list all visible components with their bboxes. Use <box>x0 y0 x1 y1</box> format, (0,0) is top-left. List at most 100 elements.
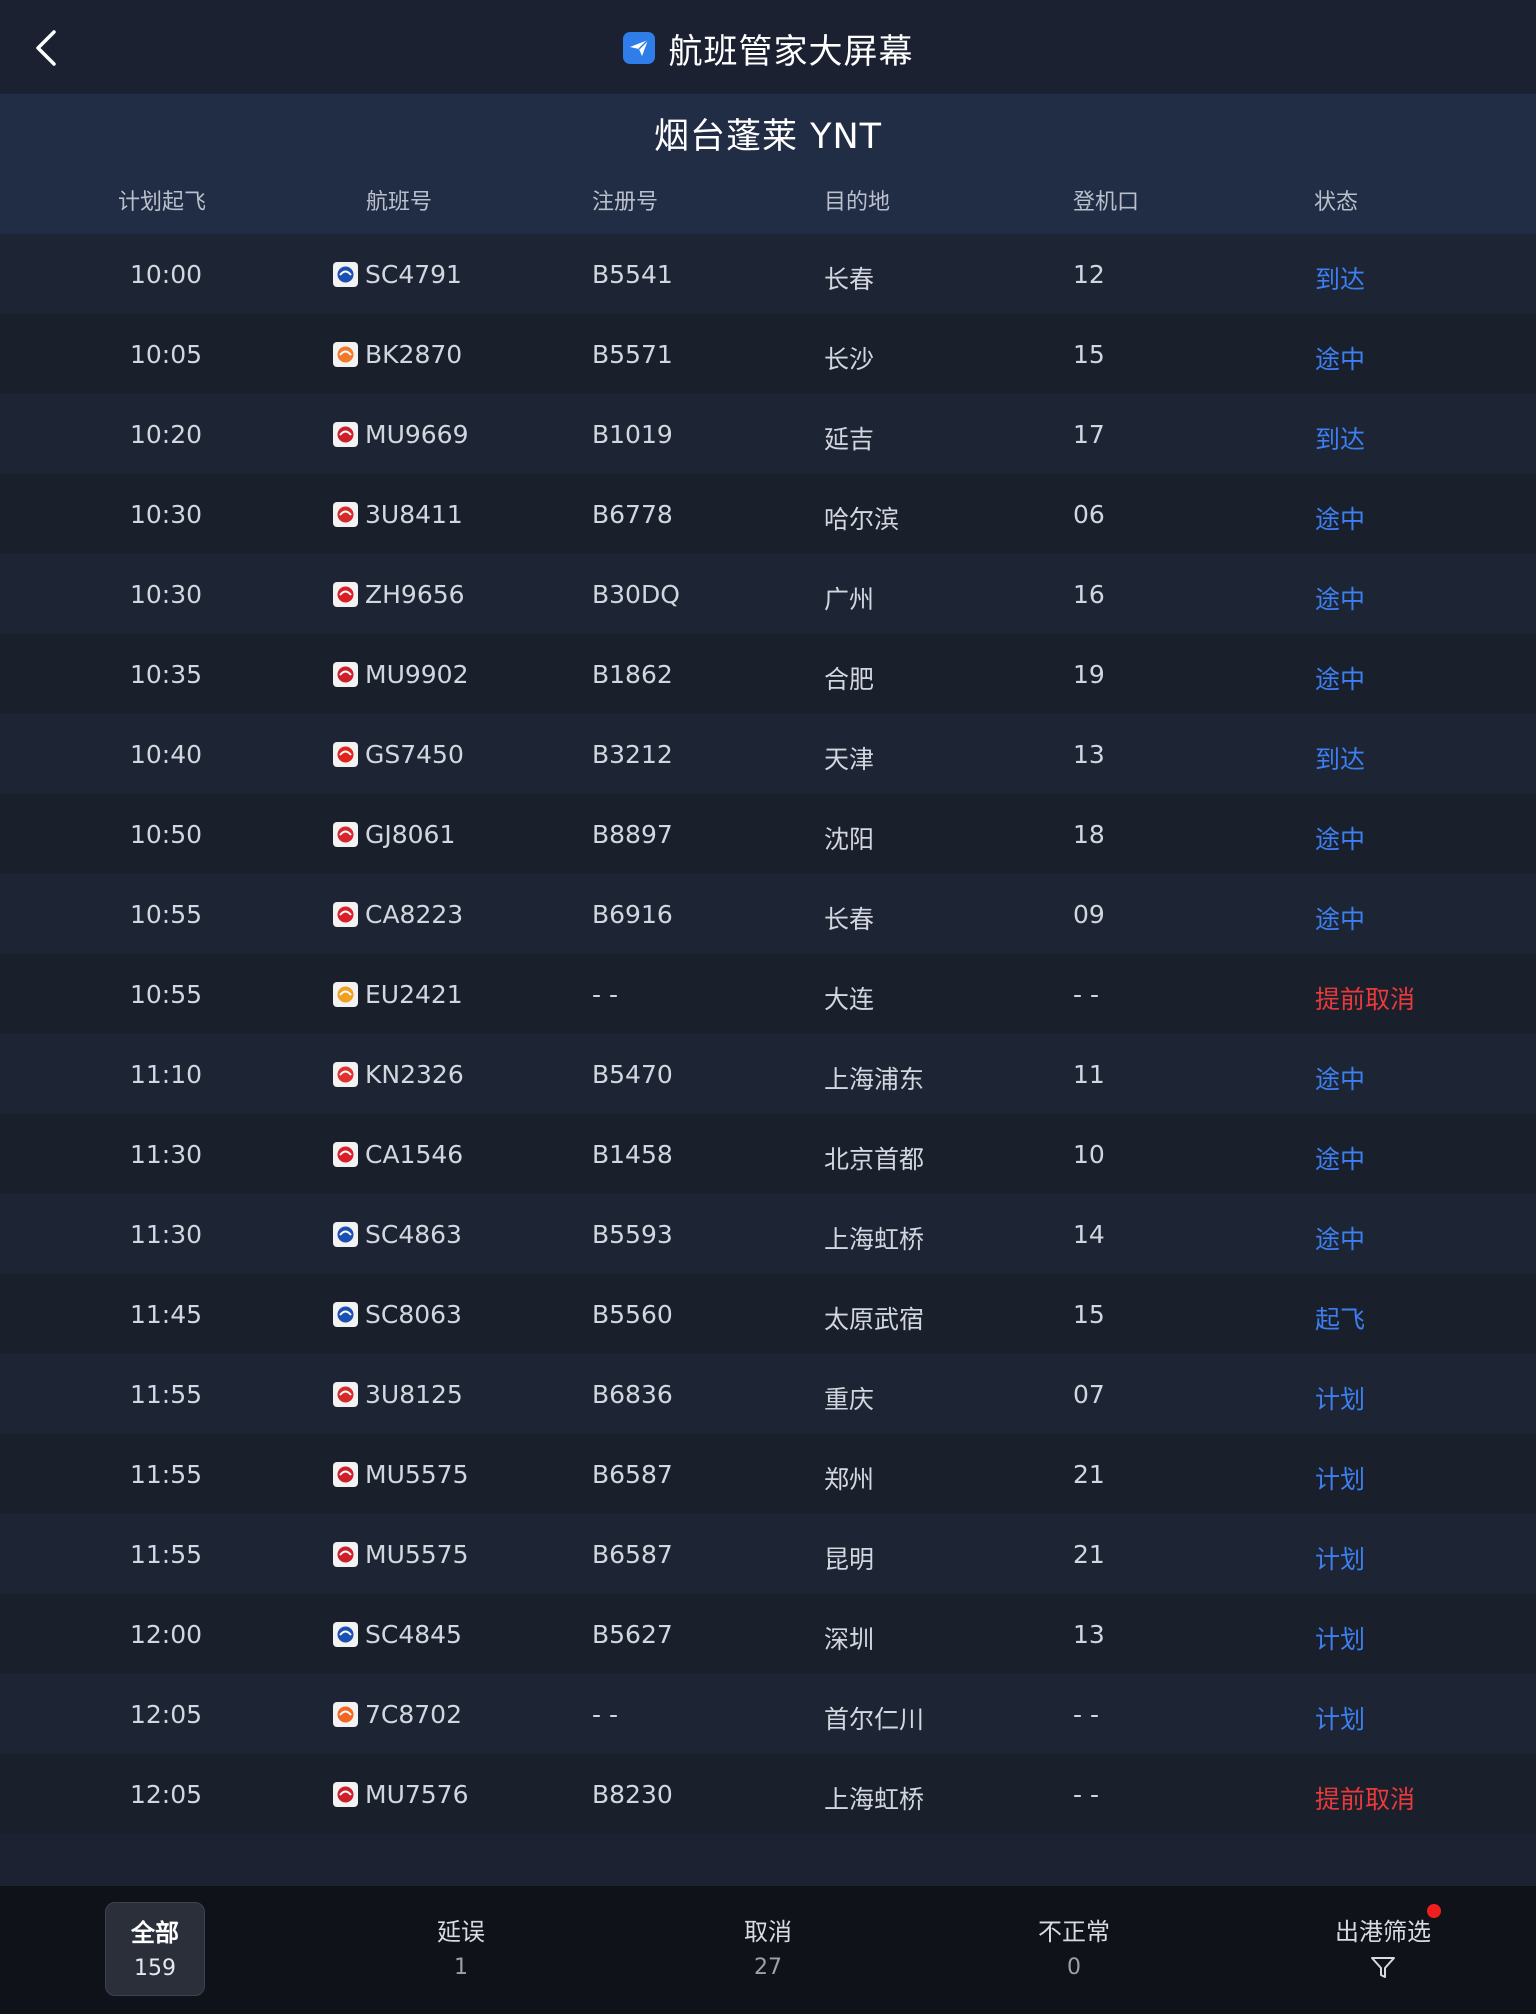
flight-time: 11:10 <box>130 1060 203 1089</box>
flight-row[interactable]: 11:10 KN2326 B5470 上海浦东 11 途中 <box>0 1034 1536 1114</box>
flight-time: 11:55 <box>130 1460 203 1489</box>
flight-number: MU9669 <box>365 420 469 449</box>
gate: 21 <box>1073 1540 1105 1569</box>
flight-row[interactable]: 12:05 7C8702 - - 首尔仁川 - - 计划 <box>0 1674 1536 1754</box>
flight-row[interactable]: 10:35 MU9902 B1862 合肥 19 途中 <box>0 634 1536 714</box>
flight-row[interactable]: 10:40 GS7450 B3212 天津 13 到达 <box>0 714 1536 794</box>
registration: B6836 <box>592 1380 673 1409</box>
destination: 太原武宿 <box>824 1305 925 1334</box>
flight-number: SC8063 <box>365 1300 462 1329</box>
flight-row[interactable]: 11:30 SC4863 B5593 上海虹桥 14 途中 <box>0 1194 1536 1274</box>
col-header-dest: 目的地 <box>824 190 891 215</box>
flight-number: SC4791 <box>365 260 462 289</box>
flight-time: 11:55 <box>130 1380 203 1409</box>
tab-label: 取消 <box>744 1918 792 1946</box>
filter-label: 出港筛选 <box>1335 1918 1431 1946</box>
flight-row[interactable]: 10:55 CA8223 B6916 长春 09 途中 <box>0 874 1536 954</box>
destination: 上海浦东 <box>824 1065 925 1094</box>
flight-row[interactable]: 10:20 MU9669 B1019 延吉 17 到达 <box>0 394 1536 474</box>
flight-number: MU9902 <box>365 660 469 689</box>
flight-time: 11:30 <box>130 1140 203 1169</box>
tab-label: 不正常 <box>1038 1918 1110 1946</box>
flight-row[interactable]: 10:00 SC4791 B5541 长春 12 到达 <box>0 234 1536 314</box>
gate: 09 <box>1073 900 1105 929</box>
flight-number: CA1546 <box>365 1140 464 1169</box>
tab-count: 1 <box>454 1955 468 1980</box>
flight-time: 11:30 <box>130 1220 203 1249</box>
top-bar: 航班管家大屏幕 <box>0 0 1536 94</box>
sichuan-airlines-logo-icon <box>333 502 358 527</box>
tab-abnormal[interactable]: 不正常 0 <box>1024 1902 1124 1996</box>
china-eastern-logo-icon <box>333 1542 358 1567</box>
flight-row[interactable]: 10:30 3U8411 B6778 哈尔滨 06 途中 <box>0 474 1536 554</box>
destination: 北京首都 <box>824 1145 925 1174</box>
flight-row[interactable]: 11:55 3U8125 B6836 重庆 07 计划 <box>0 1354 1536 1434</box>
flight-status: 计划 <box>1315 1545 1366 1574</box>
registration: B1862 <box>592 660 673 689</box>
flight-status: 提前取消 <box>1315 1785 1416 1814</box>
china-eastern-logo-icon <box>333 1782 358 1807</box>
col-header-status: 状态 <box>1314 190 1359 215</box>
okay-airways-logo-icon <box>333 342 358 367</box>
registration: B5541 <box>592 260 673 289</box>
flight-time: 12:05 <box>130 1780 203 1809</box>
tab-cancelled[interactable]: 取消 27 <box>718 1902 818 1996</box>
flight-status: 计划 <box>1315 1385 1366 1414</box>
registration: B6587 <box>592 1460 673 1489</box>
gate: 13 <box>1073 1620 1105 1649</box>
flight-status: 途中 <box>1315 585 1366 614</box>
flight-row[interactable]: 12:00 SC4845 B5627 深圳 13 计划 <box>0 1594 1536 1674</box>
registration: B8897 <box>592 820 673 849</box>
flight-number: SC4845 <box>365 1620 462 1649</box>
flight-time: 12:05 <box>130 1700 203 1729</box>
registration: B5627 <box>592 1620 673 1649</box>
flight-time: 10:55 <box>130 900 203 929</box>
flight-row[interactable]: 11:55 MU5575 B6587 郑州 21 计划 <box>0 1434 1536 1514</box>
flight-row[interactable]: 11:30 CA1546 B1458 北京首都 10 途中 <box>0 1114 1536 1194</box>
gate: 18 <box>1073 820 1105 849</box>
gate: 10 <box>1073 1140 1105 1169</box>
destination: 广州 <box>824 585 875 614</box>
flight-status: 途中 <box>1315 665 1366 694</box>
registration: B30DQ <box>592 580 680 609</box>
flight-row[interactable]: 10:05 BK2870 B5571 长沙 15 途中 <box>0 314 1536 394</box>
flight-time: 10:20 <box>130 420 203 449</box>
registration: - - <box>592 1700 618 1729</box>
loong-air-logo-icon <box>333 822 358 847</box>
flight-time: 10:30 <box>130 500 203 529</box>
flight-number: 3U8125 <box>365 1380 463 1409</box>
flight-row[interactable]: 10:30 ZH9656 B30DQ 广州 16 途中 <box>0 554 1536 634</box>
flight-row[interactable]: 12:05 MU7576 B8230 上海虹桥 - - 提前取消 <box>0 1754 1536 1834</box>
flight-row[interactable]: 11:45 SC8063 B5560 太原武宿 15 起飞 <box>0 1274 1536 1354</box>
flight-list: 10:00 SC4791 B5541 长春 12 到达 10:05 BK2870 B5571 长沙… <box>0 234 1536 1834</box>
flight-number: GJ8061 <box>365 820 456 849</box>
gate: 14 <box>1073 1220 1105 1249</box>
airport-name: 烟台蓬莱 YNT <box>653 117 883 157</box>
jeju-air-logo-icon <box>333 1702 358 1727</box>
title-group: 航班管家大屏幕 <box>0 22 1536 74</box>
registration: B8230 <box>592 1780 673 1809</box>
flight-status: 到达 <box>1315 425 1366 454</box>
tab-count: 27 <box>754 1955 782 1980</box>
china-eastern-logo-icon <box>333 422 358 447</box>
gate: - - <box>1073 1780 1099 1809</box>
flight-number: MU5575 <box>365 1540 469 1569</box>
flight-row[interactable]: 10:50 GJ8061 B8897 沈阳 18 途中 <box>0 794 1536 874</box>
flight-time: 10:40 <box>130 740 203 769</box>
chengdu-airlines-logo-icon <box>333 982 358 1007</box>
tab-all[interactable]: 全部 159 <box>105 1902 205 1996</box>
tab-label: 全部 <box>131 1919 179 1947</box>
destination: 哈尔滨 <box>824 505 900 534</box>
flight-status: 计划 <box>1315 1705 1366 1734</box>
registration: B6916 <box>592 900 673 929</box>
destination: 长春 <box>824 905 875 934</box>
air-china-logo-icon <box>333 1142 358 1167</box>
col-header-reg: 注册号 <box>592 190 659 215</box>
flight-row[interactable]: 11:55 MU5575 B6587 昆明 21 计划 <box>0 1514 1536 1594</box>
tab-count: 159 <box>134 1956 176 1981</box>
tab-delayed[interactable]: 延误 1 <box>411 1902 511 1996</box>
flight-row[interactable]: 10:55 EU2421 - - 大连 - - 提前取消 <box>0 954 1536 1034</box>
flight-number: CA8223 <box>365 900 464 929</box>
flight-time: 10:50 <box>130 820 203 849</box>
flight-number: 3U8411 <box>365 500 463 529</box>
